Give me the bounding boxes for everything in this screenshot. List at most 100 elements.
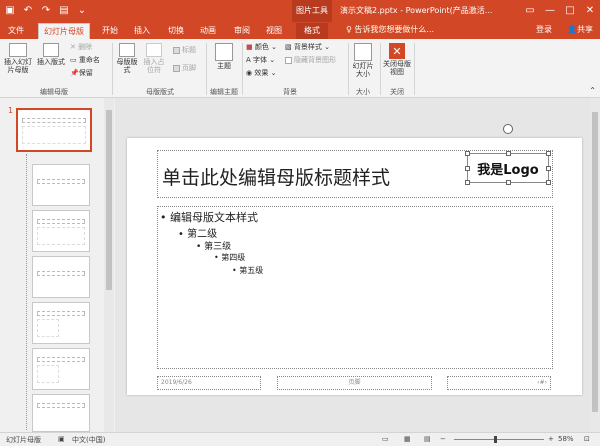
tell-me-search[interactable]: ♀ 告诉我您想要做什么...: [346, 24, 434, 35]
tab-insert[interactable]: 插入: [130, 23, 154, 39]
master-thumbnail[interactable]: [16, 108, 92, 152]
ribbon-separator: [380, 43, 381, 95]
title-bar: ▣ ↶ ↷ ▤ ⌄ 图片工具 演示文稿2.pptx - PowerPoint(产…: [0, 0, 600, 22]
save-icon[interactable]: ▣: [2, 2, 18, 19]
checkbox-icon: [173, 64, 180, 72]
layout-thumbnail[interactable]: [32, 302, 90, 344]
thumb-body-placeholder: [37, 319, 59, 337]
background-styles-dropdown[interactable]: ▧ 背景样式 ⌄: [285, 42, 330, 52]
share-button[interactable]: 👤共享: [567, 24, 593, 35]
group-label-size: 大小: [356, 88, 370, 96]
scrollbar-thumb[interactable]: [106, 110, 112, 290]
proofing-icon[interactable]: ▣: [58, 435, 65, 443]
window-controls: ▭ — □ ✕: [520, 0, 600, 22]
text-level-5: • 第五级: [232, 266, 264, 275]
thumbnail-scrollbar[interactable]: [104, 98, 114, 432]
slide-sorter-icon[interactable]: ▦: [404, 435, 411, 443]
logo-text-box[interactable]: 我是Logo: [465, 151, 551, 185]
date-placeholder[interactable]: 2019/6/26: [157, 376, 261, 390]
rename-icon: ▭: [70, 56, 77, 64]
theme-button[interactable]: 主题: [212, 43, 236, 70]
ribbon-options-icon[interactable]: ▭: [520, 0, 540, 22]
tab-review[interactable]: 审阅: [230, 23, 254, 39]
picture-tools-label: 图片工具: [292, 0, 332, 22]
body-placeholder[interactable]: • 编辑母版文本样式 • 第二级 • 第三级 • 第四级 • 第五级: [157, 206, 553, 369]
theme-label: 主题: [217, 62, 231, 70]
fonts-label: 字体: [253, 56, 268, 64]
resize-handle[interactable]: [506, 151, 511, 156]
start-icon[interactable]: ▤: [56, 2, 72, 19]
redo-icon[interactable]: ↷: [38, 2, 54, 19]
tab-view[interactable]: 视图: [262, 23, 286, 39]
preserve-button[interactable]: 📌保留: [70, 68, 93, 78]
group-label-edit-theme: 编辑主题: [210, 88, 238, 96]
layout-thumbnail[interactable]: [32, 348, 90, 390]
zoom-out-button[interactable]: −: [440, 435, 446, 443]
layout-thumbnail[interactable]: [32, 256, 90, 298]
collapse-ribbon-icon[interactable]: ⌃: [589, 86, 596, 95]
reading-view-icon[interactable]: ▤: [424, 435, 431, 443]
slide-size-button[interactable]: 幻灯片大小: [350, 43, 376, 78]
text-level-2: • 第二级: [178, 229, 218, 240]
resize-handle[interactable]: [465, 166, 470, 171]
maximize-button[interactable]: □: [560, 0, 580, 22]
resize-handle[interactable]: [546, 166, 551, 171]
resize-handle[interactable]: [465, 180, 470, 185]
thumb-title-placeholder: [37, 219, 85, 224]
tab-slide-master[interactable]: 幻灯片母版: [38, 23, 90, 39]
layout-thumbnail[interactable]: [32, 210, 90, 252]
close-button[interactable]: ✕: [580, 0, 600, 22]
customize-icon[interactable]: ⌄: [74, 2, 90, 19]
insert-master-label: 插入幻灯片母版: [4, 58, 32, 74]
thumb-title-placeholder: [22, 118, 86, 123]
rename-button[interactable]: ▭ 重命名: [70, 55, 100, 65]
normal-view-icon[interactable]: ▭: [382, 435, 389, 443]
resize-handle[interactable]: [546, 180, 551, 185]
effects-dropdown[interactable]: ◉ 效果 ⌄: [246, 68, 276, 78]
rotate-handle-icon[interactable]: [503, 124, 513, 134]
checkbox-icon: [285, 56, 292, 64]
resize-handle[interactable]: [506, 180, 511, 185]
resize-handle[interactable]: [465, 151, 470, 156]
insert-layout-button[interactable]: 插入版式: [35, 43, 67, 66]
zoom-slider-handle[interactable]: [494, 436, 497, 443]
hide-background-checkbox[interactable]: 隐藏背景图形: [285, 55, 336, 65]
resize-handle[interactable]: [546, 151, 551, 156]
editor-scrollbar[interactable]: [590, 98, 600, 432]
tab-format[interactable]: 格式: [296, 23, 328, 39]
undo-icon[interactable]: ↶: [20, 2, 36, 19]
tab-animations[interactable]: 动画: [196, 23, 220, 39]
zoom-in-button[interactable]: +: [548, 435, 554, 443]
footer-checkbox-label: 页脚: [182, 64, 196, 72]
layout-thumbnail[interactable]: [32, 394, 90, 432]
delete-button[interactable]: ✕ 删除: [70, 42, 92, 52]
zoom-slider[interactable]: [454, 439, 544, 440]
footer-placeholder[interactable]: 页脚: [277, 376, 432, 390]
master-layout-button[interactable]: 母版版式: [116, 43, 138, 74]
insert-placeholder-button[interactable]: 插入占位符: [141, 43, 167, 74]
layout-thumbnail[interactable]: [32, 164, 90, 206]
tab-file[interactable]: 文件: [4, 23, 28, 39]
insert-slide-master-button[interactable]: 插入幻灯片母版: [3, 43, 33, 74]
group-label-background: 背景: [283, 88, 297, 96]
close-master-view-button[interactable]: ✕ 关闭母版视图: [382, 43, 412, 76]
login-link[interactable]: 登录: [536, 24, 552, 35]
slide-number-placeholder[interactable]: ‹#›: [447, 376, 551, 390]
title-checkbox[interactable]: 标题: [173, 45, 196, 55]
fit-slide-icon[interactable]: ⊡: [584, 435, 590, 443]
fonts-dropdown[interactable]: A 字体 ⌄: [246, 55, 275, 65]
zoom-level[interactable]: 58%: [558, 435, 574, 443]
ribbon-separator: [242, 43, 243, 95]
language-label[interactable]: 中文(中国): [72, 435, 105, 445]
footer-checkbox[interactable]: 页脚: [173, 63, 196, 73]
scrollbar-thumb[interactable]: [592, 112, 598, 412]
close-master-label: 关闭母版视图: [383, 60, 411, 76]
tab-home[interactable]: 开始: [98, 23, 122, 39]
tab-transitions[interactable]: 切换: [164, 23, 188, 39]
colors-dropdown[interactable]: ■ 颜色 ⌄: [246, 42, 277, 52]
minimize-button[interactable]: —: [540, 0, 560, 22]
chevron-down-icon: ⌄: [270, 69, 277, 77]
thumb-title-placeholder: [37, 403, 85, 408]
hide-background-label: 隐藏背景图形: [294, 56, 336, 64]
slide-canvas[interactable]: 单击此处编辑母版标题样式 我是Logo • 编辑母版文本样式 • 第二级 • 第…: [127, 124, 582, 395]
